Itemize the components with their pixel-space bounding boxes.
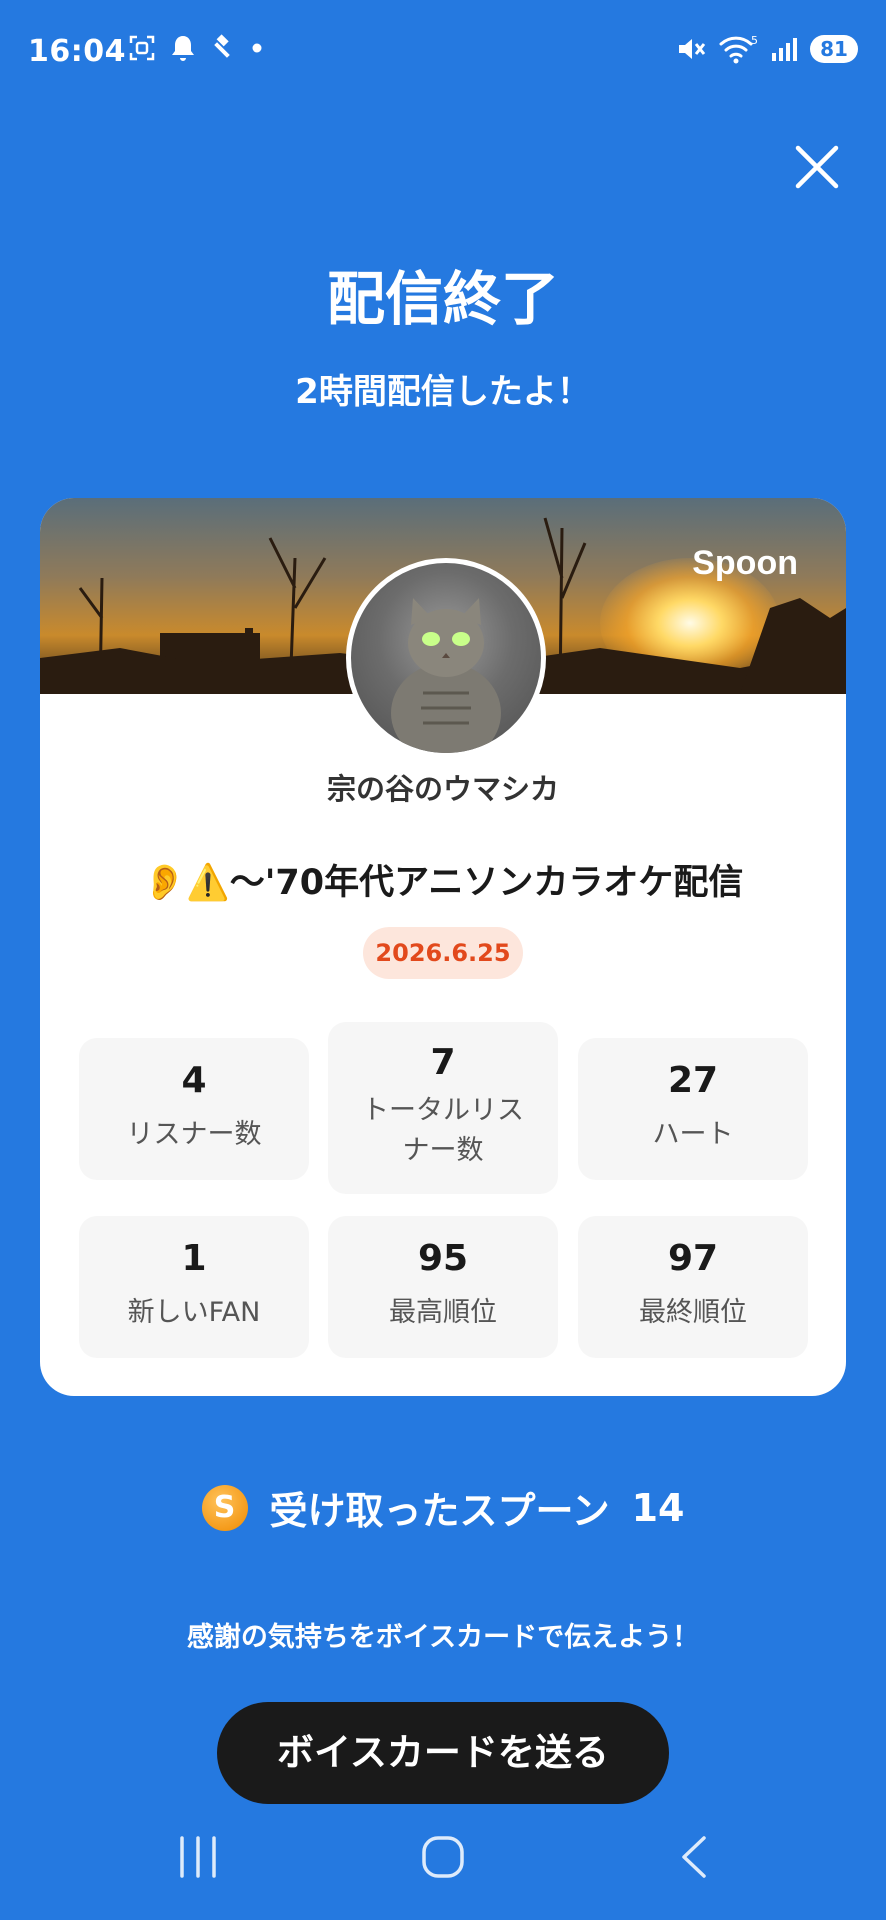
received-spoons-count: 14 [631,1485,685,1530]
stat-total-listeners: 7 トータルリス ナー数 [328,1022,558,1194]
clock: 16:04 [28,34,126,69]
system-nav-bar [0,1832,886,1920]
wifi-level: 5 [751,34,758,47]
stat-label: 最終順位 [639,1297,747,1328]
stream-title: 👂⚠️〜'70年代アニソンカラオケ配信 [142,863,744,903]
stat-value: 7 [430,1042,456,1083]
spoon-logo: Spoon [692,544,798,582]
stat-value: 27 [667,1060,719,1101]
stat-new-fans: 1 新しいFAN [79,1216,309,1358]
screenshot-icon [129,35,155,61]
thanks-message: 感謝の気持ちをボイスカードで伝えよう！ [186,1622,700,1653]
stat-listeners: 4 リスナー数 [79,1038,309,1180]
cat-photo [391,598,501,753]
stat-value: 1 [181,1238,207,1279]
stat-label: 新しいFAN [127,1297,261,1328]
page-subtitle: 2時間配信したよ！ [295,372,591,412]
home-icon[interactable] [420,1834,466,1880]
stat-label: ハート [652,1119,734,1150]
broadcaster-name: 宗の谷のウマシカ [326,772,559,806]
battery-indicator: 81 [810,35,858,63]
recent-apps-icon[interactable] [176,1832,220,1882]
received-spoons-label: 受け取ったスプーン [269,1489,610,1533]
bell-icon [172,36,194,61]
page-title: 配信終了 [326,265,559,333]
stat-label: 最高順位 [389,1297,497,1328]
stat-label: トータルリス [362,1095,524,1126]
signal-icon [772,38,797,61]
stat-value: 4 [181,1060,207,1101]
stat-label: リスナー数 [126,1119,262,1150]
send-voice-card-button[interactable]: ボイスカードを送る [217,1702,669,1804]
stat-label-line2: ナー数 [402,1135,484,1166]
stat-highest-rank: 95 最高順位 [328,1216,558,1358]
gavel-icon [214,34,230,58]
stat-value: 97 [667,1238,719,1279]
received-spoons: S 受け取ったスプーン 14 [0,1480,886,1535]
back-icon[interactable] [676,1834,712,1880]
date-badge: 2026.6.25 [363,927,523,979]
mute-icon [679,39,706,59]
avatar[interactable] [346,558,546,758]
stat-hearts: 27 ハート [578,1038,808,1180]
stat-final-rank: 97 最終順位 [578,1216,808,1358]
dot-icon [252,43,262,53]
wifi-icon: 5 [719,34,758,64]
spoon-coin-icon: S [201,1484,248,1531]
close-icon[interactable] [790,140,844,194]
status-bar: 16:04 5 81 [0,0,886,104]
broadcast-result-card: Spoon 宗の谷のウマシカ 👂⚠️〜'70年代アニソンカラオケ配信 2026.… [40,498,846,1396]
stat-value: 95 [417,1238,469,1279]
